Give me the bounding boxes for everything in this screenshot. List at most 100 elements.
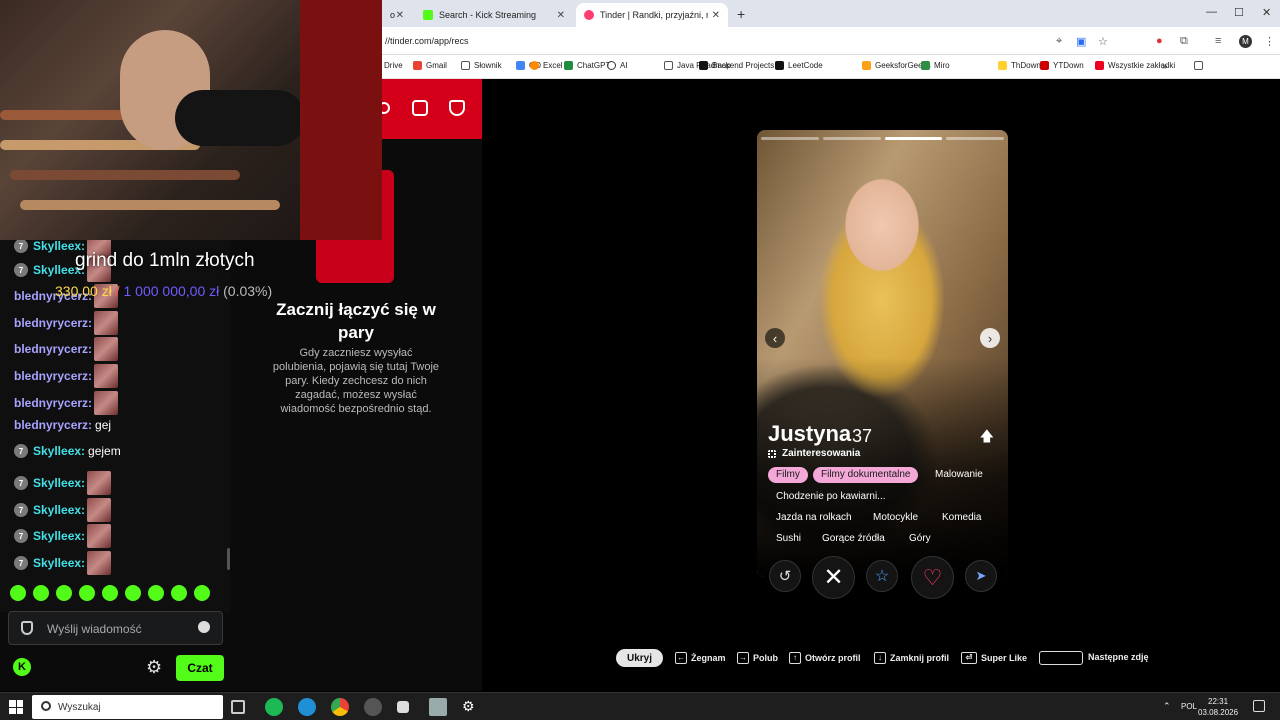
maximize-icon[interactable]: ☐ — [1234, 6, 1244, 19]
menu-dots-icon[interactable]: ⋮ — [1264, 35, 1275, 48]
more-bookmarks-icon[interactable]: » — [1162, 61, 1168, 72]
bookmark-item[interactable] — [1194, 61, 1207, 70]
bookmark-item[interactable]: ChatGPT — [564, 61, 610, 70]
kick-emote-icon[interactable] — [102, 585, 118, 601]
chat-username[interactable]: Skylleex: — [33, 529, 85, 543]
close-tab-icon[interactable]: ✕ — [557, 10, 565, 21]
kick-emote-icon[interactable] — [33, 585, 49, 601]
photo-progress-segment[interactable] — [946, 137, 1004, 140]
close-tab-icon[interactable]: ✕ — [396, 10, 404, 21]
chat-username[interactable]: blednyrycerz: — [14, 396, 92, 410]
briefcase-icon[interactable] — [412, 100, 428, 116]
bookmark-item[interactable]: YTDown — [1040, 61, 1084, 70]
boost-button[interactable]: ➤ — [965, 560, 997, 592]
bookmark-item[interactable]: Backend Projects — [699, 61, 774, 70]
gear-icon[interactable]: ⚙ — [146, 657, 162, 678]
kick-emote-icon[interactable] — [148, 585, 164, 601]
kick-logo-icon[interactable]: K — [13, 658, 31, 676]
photo-progress-segment[interactable] — [761, 137, 819, 140]
emote-image — [94, 391, 119, 415]
chat-message: 7 Skylleex: — [14, 524, 112, 548]
super-like-button[interactable]: ☆ — [866, 560, 898, 592]
chat-message: 7 Skylleex: — [14, 551, 112, 575]
nope-button[interactable]: ✕ — [812, 556, 855, 599]
chat-username[interactable]: blednyrycerz: — [14, 418, 92, 432]
sub-badge-icon: 7 — [14, 503, 28, 517]
url-field[interactable]: //tinder.com/app/recs — [385, 36, 469, 46]
bookmark-item[interactable]: ThDown — [998, 61, 1041, 70]
kick-emote-icon[interactable] — [171, 585, 187, 601]
chat-send-button[interactable]: Czat — [176, 655, 224, 681]
chat-message: 7 Skylleex: — [14, 498, 112, 522]
chat-username[interactable]: Skylleex: — [33, 556, 85, 570]
chevron-left-icon[interactable]: ‹ — [765, 328, 785, 348]
chat-username[interactable]: blednyrycerz: — [14, 342, 92, 356]
windows-start-icon[interactable] — [9, 700, 23, 714]
chat-username[interactable]: blednyrycerz: — [14, 316, 92, 330]
location-icon[interactable]: ⌖ — [1056, 35, 1062, 48]
taskbar-search[interactable]: Wyszukaj — [32, 695, 223, 719]
kick-favicon-icon — [423, 10, 433, 20]
extension-icon[interactable]: ● — [1156, 35, 1163, 47]
notifications-icon[interactable] — [1253, 700, 1265, 712]
edge-icon[interactable] — [298, 698, 316, 716]
arrow-up-icon[interactable]: 🡅 — [980, 426, 994, 450]
bookmark-star-icon[interactable]: ☆ — [1098, 35, 1108, 48]
like-button[interactable]: ♡ — [911, 556, 954, 599]
interest-tag: Gorące źródła — [822, 533, 885, 544]
matches-empty-title: Zacznij łączyć się w pary — [276, 300, 436, 342]
photo-progress-segment[interactable] — [822, 137, 881, 140]
settings-icon[interactable]: ⚙ — [462, 698, 480, 716]
chat-username[interactable]: Skylleex: — [33, 444, 85, 458]
bookmark-item[interactable]: Gmail — [413, 61, 447, 70]
close-tab-icon[interactable]: ✕ — [712, 10, 720, 21]
minimize-icon[interactable]: — — [1206, 6, 1217, 18]
chat-username[interactable]: blednyrycerz: — [14, 369, 92, 383]
close-window-icon[interactable]: ✕ — [1262, 6, 1271, 19]
bookmark-item[interactable]: AI — [607, 61, 628, 70]
tab-partial-label: o — [390, 10, 396, 20]
file-explorer-icon[interactable] — [429, 698, 447, 716]
chat-username[interactable]: Skylleex: — [33, 503, 85, 517]
bookmark-item[interactable]: LeetCode — [775, 61, 823, 70]
bookmark-item[interactable]: Miro — [921, 61, 950, 70]
tab-kick[interactable]: Search - Kick Streaming ✕ — [415, 3, 573, 27]
app-icon[interactable] — [397, 701, 409, 713]
extensions-puzzle-icon[interactable]: ⧉ — [1180, 35, 1188, 48]
media-icon[interactable]: ≡ — [1215, 35, 1221, 47]
tab-partial[interactable]: o ✕ — [382, 3, 412, 27]
kick-emote-icon[interactable] — [56, 585, 72, 601]
spotify-icon[interactable] — [265, 698, 283, 716]
chat-message: 7 Skylleex: — [14, 471, 112, 495]
app-icon[interactable] — [364, 698, 382, 716]
kick-emote-icon[interactable] — [125, 585, 141, 601]
bookmark-item[interactable]: Excel — [530, 61, 563, 70]
chrome-icon[interactable] — [331, 698, 349, 716]
system-clock[interactable]: 22:31 03.08.2026 — [1198, 696, 1238, 718]
tray-chevron-icon[interactable]: ⌃ — [1163, 701, 1171, 712]
chevron-right-icon[interactable]: › — [980, 328, 1000, 348]
photo-progress-segment[interactable] — [884, 137, 943, 140]
profile-avatar[interactable]: M — [1239, 35, 1252, 48]
tab-tinder[interactable]: Tinder | Randki, przyjaźni, nowe ✕ — [576, 3, 728, 27]
kick-emote-icon[interactable] — [79, 585, 95, 601]
chat-scrollbar[interactable] — [227, 548, 230, 570]
search-icon — [41, 701, 51, 711]
chat-username[interactable]: Skylleex: — [33, 476, 85, 490]
roadmap-icon — [699, 61, 708, 70]
kick-emote-icon[interactable] — [10, 585, 26, 601]
shield-icon[interactable] — [449, 100, 465, 116]
rewind-button[interactable]: ↺ — [769, 560, 801, 592]
kick-emote-icon[interactable] — [194, 585, 210, 601]
profile-card[interactable]: ‹ › Justyna 37 🡅 Zainteresowania Filmy Fi… — [757, 130, 1008, 577]
emoji-icon[interactable] — [198, 621, 210, 633]
bookmark-item[interactable]: Słownik — [461, 61, 502, 70]
language-indicator[interactable]: POL — [1181, 702, 1197, 711]
translate-icon[interactable]: ▣ — [1076, 35, 1086, 48]
bookmark-item[interactable]: Drive — [384, 61, 403, 70]
goal-target: 1 000 000,00 zł — [123, 283, 220, 299]
hide-shortcuts-button[interactable]: Ukryj — [616, 649, 663, 667]
new-tab-icon[interactable]: + — [737, 6, 745, 22]
chat-input[interactable]: Wyślij wiadomość — [8, 611, 223, 645]
task-view-icon[interactable] — [231, 700, 245, 714]
